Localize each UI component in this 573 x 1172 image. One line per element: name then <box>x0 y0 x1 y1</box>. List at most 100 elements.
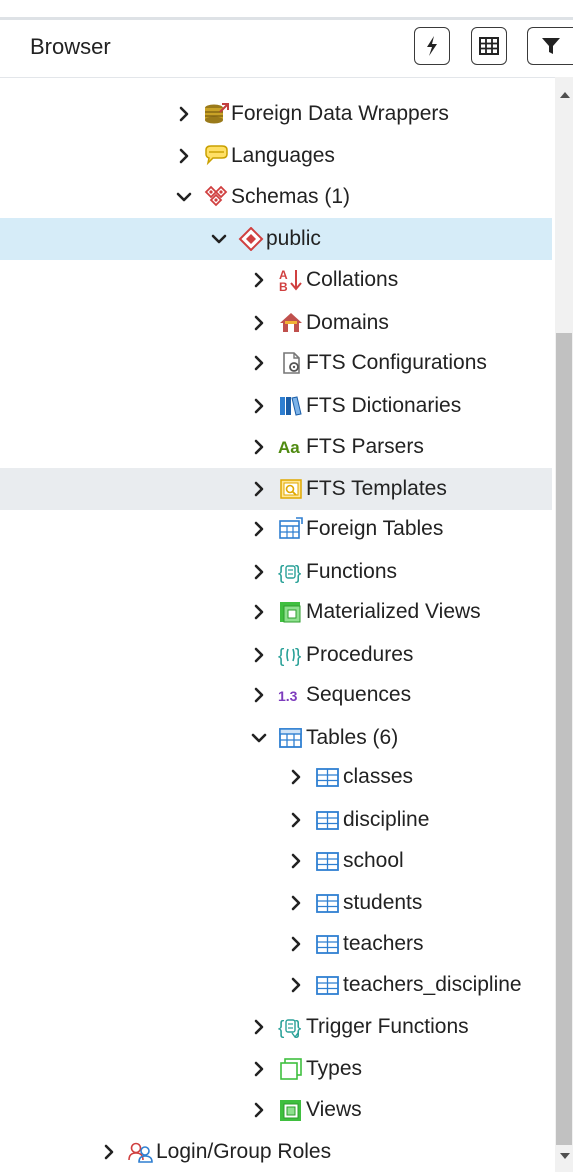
svg-text:}: } <box>295 646 301 667</box>
tree-item-label: classes <box>343 765 414 788</box>
table-icon <box>315 765 341 789</box>
schemas-icon <box>203 185 229 209</box>
fts-parser-icon: Aa <box>278 435 304 459</box>
login-group-roles-icon <box>128 1140 154 1164</box>
tree-item-label: discipline <box>343 808 430 831</box>
tree-item[interactable]: Domains <box>0 302 552 344</box>
tree-item-label: Sequences <box>306 683 412 706</box>
filter-button[interactable] <box>527 27 573 65</box>
tree-item-label: FTS Templates <box>306 477 447 500</box>
tree-item[interactable]: classes <box>0 756 552 798</box>
materialized-view-icon <box>278 600 304 624</box>
chevron-down-icon[interactable] <box>251 730 267 746</box>
tree-item[interactable]: teachers <box>0 923 552 965</box>
tree-item[interactable]: Languages <box>0 135 552 177</box>
svg-text:{: { <box>278 1018 285 1039</box>
view-data-button[interactable] <box>471 27 507 65</box>
tree-item[interactable]: teachers_discipline <box>0 964 552 1006</box>
tree-item[interactable]: public <box>0 218 552 260</box>
svg-text:1.3: 1.3 <box>278 688 298 704</box>
tree-item[interactable]: Extensions <box>0 77 552 84</box>
tree-item[interactable]: Views <box>0 1089 552 1131</box>
chevron-right-icon[interactable] <box>251 1019 267 1035</box>
tree-item[interactable]: FTS Configurations <box>0 342 552 384</box>
fts-dictionary-icon <box>278 394 304 418</box>
tree-item[interactable]: Login/Group Roles <box>0 1131 552 1172</box>
tree-item-label: Procedures <box>306 643 414 666</box>
chevron-right-icon[interactable] <box>251 355 267 371</box>
chevron-right-icon[interactable] <box>288 769 304 785</box>
chevron-right-icon[interactable] <box>288 895 304 911</box>
collation-icon: AB <box>278 268 304 294</box>
chevron-down-icon[interactable] <box>211 231 227 247</box>
chevron-right-icon[interactable] <box>251 1061 267 1077</box>
svg-text:}: } <box>295 563 301 584</box>
chevron-right-icon[interactable] <box>251 564 267 580</box>
tree-item-label: Views <box>306 1098 362 1121</box>
svg-text:{: { <box>278 646 285 667</box>
chevron-right-icon[interactable] <box>251 398 267 414</box>
tree-item[interactable]: discipline <box>0 799 552 841</box>
type-icon <box>278 1057 304 1081</box>
table-grid-icon <box>479 37 499 55</box>
tree-item-label: Functions <box>306 560 398 583</box>
tree-item[interactable]: {} Trigger Functions <box>0 1006 552 1048</box>
tree-item[interactable]: FTS Templates <box>0 468 552 510</box>
chevron-right-icon[interactable] <box>251 647 267 663</box>
tree-item-label: teachers <box>343 932 424 955</box>
tree-item-label: school <box>343 849 404 872</box>
chevron-right-icon[interactable] <box>176 106 192 122</box>
table-icon <box>315 891 341 915</box>
table-icon <box>315 808 341 832</box>
chevron-right-icon[interactable] <box>251 604 267 620</box>
tree-item[interactable]: 1.3 Sequences <box>0 674 552 716</box>
fts-configuration-icon <box>278 351 304 375</box>
tree-item[interactable]: FTS Dictionaries <box>0 385 552 427</box>
chevron-right-icon[interactable] <box>251 687 267 703</box>
tree-item[interactable]: Tables (6) <box>0 717 552 759</box>
tree-item[interactable]: Materialized Views <box>0 591 552 633</box>
tables-icon <box>278 726 304 750</box>
language-icon <box>203 144 229 168</box>
tree-item[interactable]: Schemas (1) <box>0 176 552 218</box>
tree-item-label: Foreign Data Wrappers <box>231 102 449 125</box>
chevron-right-icon[interactable] <box>288 936 304 952</box>
chevron-right-icon[interactable] <box>101 1144 117 1160</box>
table-icon <box>315 973 341 997</box>
tree-item[interactable]: {} Functions <box>0 551 552 593</box>
chevron-right-icon[interactable] <box>251 1102 267 1118</box>
tree-item[interactable]: Foreign Data Wrappers <box>0 93 552 135</box>
table-icon <box>315 849 341 873</box>
tree-item[interactable]: {} Procedures <box>0 634 552 676</box>
svg-text:{: { <box>278 563 285 584</box>
query-tool-button[interactable] <box>414 27 450 65</box>
fts-template-icon <box>278 477 304 501</box>
chevron-right-icon[interactable] <box>251 315 267 331</box>
tree-item[interactable]: Foreign Tables <box>0 508 552 550</box>
tree-item-label: FTS Dictionaries <box>306 394 462 417</box>
scroll-down-arrow-icon[interactable] <box>560 1153 570 1159</box>
tree-item[interactable]: Aa FTS Parsers <box>0 426 552 468</box>
chevron-right-icon[interactable] <box>251 439 267 455</box>
lightning-icon <box>427 36 437 56</box>
tree-item-label: Schemas (1) <box>231 185 351 208</box>
tree-item[interactable]: school <box>0 840 552 882</box>
tree-item[interactable]: students <box>0 882 552 924</box>
function-icon: {} <box>278 560 304 584</box>
window-top-strip <box>0 0 573 17</box>
svg-text:B: B <box>279 280 288 292</box>
chevron-right-icon[interactable] <box>288 853 304 869</box>
view-icon <box>278 1098 304 1122</box>
chevron-right-icon[interactable] <box>251 272 267 288</box>
tree-item[interactable]: A B Collations <box>0 259 552 301</box>
chevron-right-icon[interactable] <box>176 148 192 164</box>
object-tree: Extensions Foreign Data Wrappers Languages… <box>0 77 555 1172</box>
tree-item[interactable]: Types <box>0 1048 552 1090</box>
scroll-up-arrow-icon[interactable] <box>560 92 570 98</box>
chevron-down-icon[interactable] <box>176 189 192 205</box>
scrollbar-thumb[interactable] <box>556 333 572 1145</box>
chevron-right-icon[interactable] <box>288 812 304 828</box>
chevron-right-icon[interactable] <box>251 481 267 497</box>
chevron-right-icon[interactable] <box>288 977 304 993</box>
chevron-right-icon[interactable] <box>251 521 267 537</box>
